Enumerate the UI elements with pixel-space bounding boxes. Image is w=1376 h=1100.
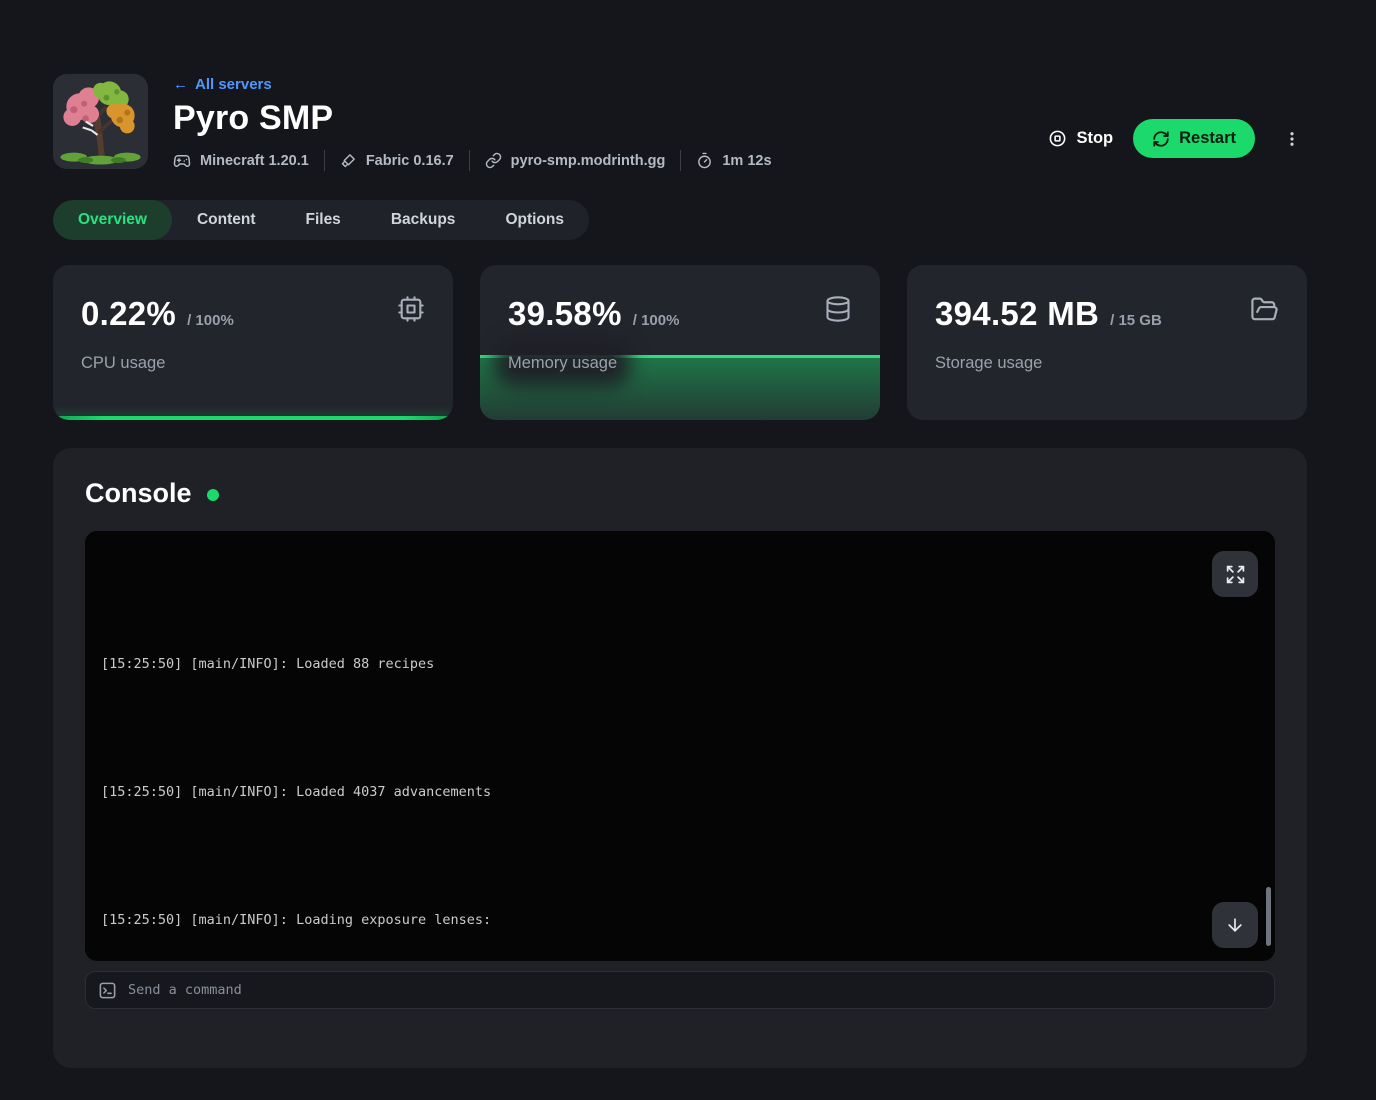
stop-button[interactable]: Stop (1048, 129, 1113, 148)
arrow-down-icon (1225, 915, 1245, 935)
console-panel: Console [15:25:50] [main/INFO]: Loaded 8… (53, 448, 1307, 1068)
command-input-row (85, 971, 1275, 1009)
tab[interactable]: Content (172, 200, 281, 240)
stop-icon (1048, 129, 1067, 148)
stop-button-label: Stop (1076, 129, 1113, 148)
memory-usage-card: 39.58% / 100% Memory usage (480, 265, 880, 420)
uptime-label: 1m 12s (722, 153, 771, 169)
cpu-usage-label: CPU usage (81, 354, 165, 373)
tab[interactable]: Options (480, 200, 589, 240)
cpu-icon (397, 295, 425, 323)
game-version-label: Minecraft 1.20.1 (200, 153, 309, 169)
tab[interactable]: Backups (366, 200, 481, 240)
server-page: ← All servers Pyro SMP Minecraft 1.20.1 F… (53, 0, 1307, 1068)
restart-button-label: Restart (1179, 129, 1236, 148)
server-header: ← All servers Pyro SMP Minecraft 1.20.1 F… (53, 74, 1307, 171)
restart-button[interactable]: Restart (1133, 119, 1255, 158)
back-link-label: All servers (195, 76, 272, 93)
online-status-dot (207, 489, 219, 501)
memory-usage-limit: / 100% (633, 312, 680, 329)
expand-icon (1225, 564, 1246, 585)
cpu-usage-card: 0.22% / 100% CPU usage (53, 265, 453, 420)
tab[interactable]: Overview (53, 200, 172, 240)
link-icon (485, 152, 502, 169)
loader-version-label: Fabric 0.16.7 (366, 153, 454, 169)
console-log-line: [15:25:50] [main/INFO]: Loaded 88 recipe… (101, 648, 1259, 680)
meta-divider (324, 150, 325, 171)
database-icon (824, 295, 852, 323)
folder-open-icon (1250, 295, 1279, 324)
stats-row: 0.22% / 100% CPU usage 39.58% / 100% Mem… (53, 265, 1307, 420)
storage-usage-card: 394.52 MB / 15 GB Storage usage (907, 265, 1307, 420)
console-scrollbar-thumb[interactable] (1266, 887, 1271, 946)
console-log-line: [15:25:50] [main/INFO]: Loading exposure… (101, 904, 1259, 936)
storage-usage-limit: / 15 GB (1110, 312, 1162, 329)
meta-divider (469, 150, 470, 171)
tab-bar: Overview Content Files Backups Options (53, 200, 589, 240)
memory-usage-value: 39.58% (508, 295, 622, 333)
tab[interactable]: Files (280, 200, 365, 240)
cpu-usage-value: 0.22% (81, 295, 176, 333)
meta-uptime: 1m 12s (696, 152, 771, 169)
timer-icon (696, 152, 713, 169)
restart-icon (1152, 130, 1170, 148)
tree-avatar-art (53, 74, 148, 169)
page-title: Pyro SMP (173, 99, 1048, 138)
storage-usage-value: 394.52 MB (935, 295, 1099, 333)
kebab-menu-icon (1283, 129, 1301, 149)
server-actions: Stop Restart (1048, 106, 1307, 171)
server-meta-row: Minecraft 1.20.1 Fabric 0.16.7 pyro-smp.… (173, 150, 1048, 171)
back-to-all-servers-link[interactable]: ← All servers (173, 76, 272, 93)
cpu-usage-chart (53, 416, 453, 420)
scroll-to-bottom-button[interactable] (1212, 902, 1258, 948)
meta-divider (680, 150, 681, 171)
console-expand-button[interactable] (1212, 551, 1258, 597)
gamepad-icon (173, 152, 191, 170)
meta-game: Minecraft 1.20.1 (173, 152, 309, 170)
console-log-line: [15:25:50] [main/INFO]: Loaded 4037 adva… (101, 776, 1259, 808)
loader-icon (340, 152, 357, 169)
console-title: Console (85, 478, 192, 509)
back-arrow-icon: ← (173, 76, 188, 93)
console-log-viewport[interactable]: [15:25:50] [main/INFO]: Loaded 88 recipe… (85, 531, 1275, 961)
command-input[interactable] (128, 982, 1262, 998)
memory-usage-label: Memory usage (508, 354, 617, 373)
console-log-lines: [15:25:50] [main/INFO]: Loaded 88 recipe… (85, 531, 1275, 961)
meta-address[interactable]: pyro-smp.modrinth.gg (485, 152, 666, 169)
meta-loader: Fabric 0.16.7 (340, 152, 454, 169)
server-address-label: pyro-smp.modrinth.gg (511, 153, 666, 169)
terminal-icon (98, 981, 117, 1000)
cpu-usage-limit: / 100% (187, 312, 234, 329)
storage-usage-label: Storage usage (935, 354, 1042, 373)
server-identity: ← All servers Pyro SMP Minecraft 1.20.1 F… (173, 74, 1048, 171)
console-header: Console (85, 478, 1275, 509)
server-avatar (53, 74, 148, 169)
more-options-button[interactable] (1277, 125, 1307, 153)
